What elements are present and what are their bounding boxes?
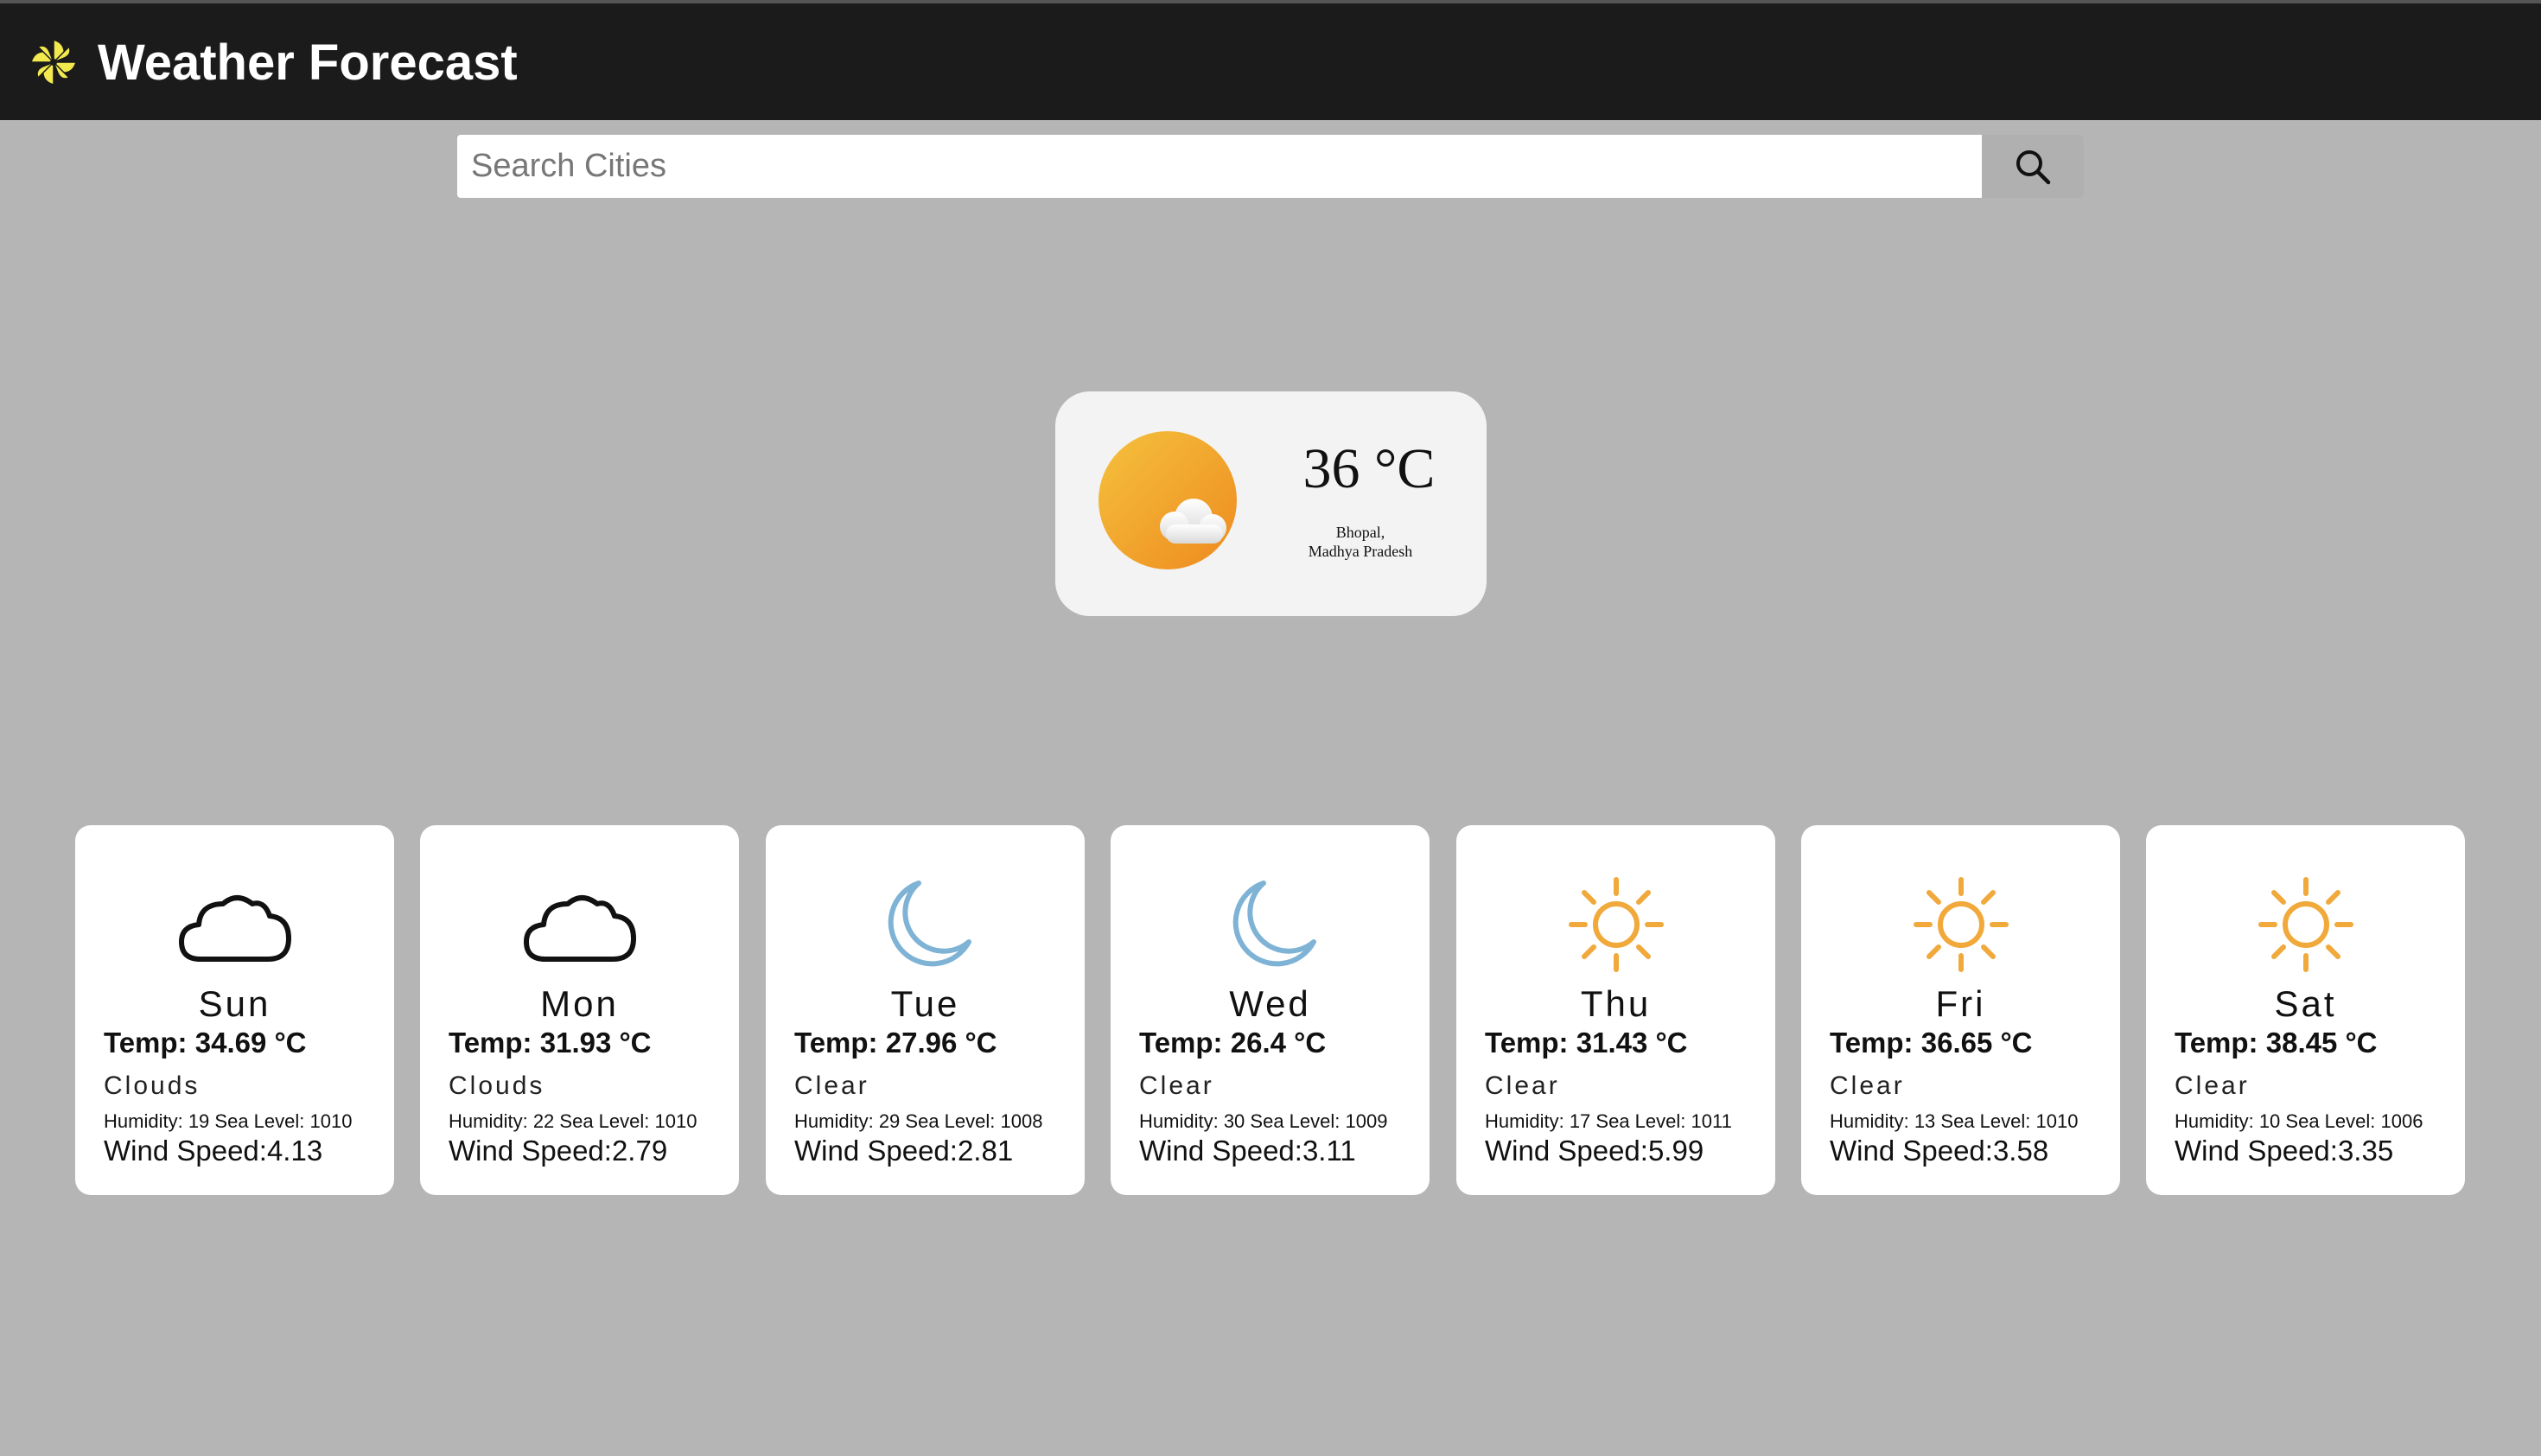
day-name: Sat — [2274, 983, 2337, 1024]
app-title: Weather Forecast — [98, 35, 518, 91]
day-description: Clear — [1139, 1071, 1214, 1100]
cloud-icon — [524, 895, 636, 962]
forecast-card-sun[interactable]: Sun Temp: 34.69 °C Clouds Humidity: 19 S… — [75, 825, 394, 1195]
day-name: Fri — [1935, 983, 1986, 1024]
day-temp: Temp: 27.96 °C — [794, 1027, 997, 1059]
forecast-card-fri[interactable]: Fri Temp: 36.65 °C Clear Humidity: 13 Se… — [1801, 825, 2120, 1195]
day-meta: Humidity: 30 Sea Level: 1009 — [1139, 1110, 1388, 1132]
forecast-card-sat[interactable]: Sat Temp: 38.45 °C Clear Humidity: 10 Se… — [2146, 825, 2465, 1195]
day-name: Sun — [198, 983, 271, 1024]
current-location: Bhopal, Madhya Pradesh — [1278, 523, 1442, 561]
day-description: Clouds — [449, 1071, 545, 1100]
day-temp: Temp: 31.43 °C — [1485, 1027, 1688, 1059]
day-meta: Humidity: 10 Sea Level: 1006 — [2175, 1110, 2423, 1132]
sun-icon — [1569, 877, 1664, 972]
day-name: Mon — [540, 983, 619, 1024]
day-description: Clear — [1830, 1071, 1905, 1100]
search-input[interactable] — [457, 135, 1982, 198]
sun-icon — [2258, 877, 2353, 972]
current-temperature: 36 °C — [1302, 437, 1436, 500]
day-description: Clouds — [104, 1071, 201, 1100]
day-temp: Temp: 26.4 °C — [1139, 1027, 1327, 1059]
search-bar — [457, 135, 2084, 198]
day-meta: Humidity: 22 Sea Level: 1010 — [449, 1110, 697, 1132]
day-temp: Temp: 36.65 °C — [1830, 1027, 2033, 1059]
day-name: Tue — [890, 983, 960, 1024]
day-name: Wed — [1229, 983, 1311, 1024]
day-temp: Temp: 34.69 °C — [104, 1027, 307, 1059]
day-meta: Humidity: 13 Sea Level: 1010 — [1830, 1110, 2079, 1132]
day-wind: Wind Speed:5.99 — [1485, 1135, 1704, 1167]
forecast-card-wed[interactable]: Wed Temp: 26.4 °C Clear Humidity: 30 Sea… — [1111, 825, 1430, 1195]
day-name: Thu — [1580, 983, 1652, 1024]
day-description: Clear — [1485, 1071, 1560, 1100]
moon-icon — [888, 881, 971, 967]
day-wind: Wind Speed:3.58 — [1830, 1135, 2049, 1167]
current-weather-card: 36 °C Bhopal, Madhya Pradesh — [1055, 391, 1487, 616]
cloud-icon — [179, 895, 291, 962]
day-wind: Wind Speed:4.13 — [104, 1135, 323, 1167]
day-meta: Humidity: 29 Sea Level: 1008 — [794, 1110, 1043, 1132]
city-name: Bhopal, — [1335, 524, 1385, 541]
sun-icon — [1914, 877, 2009, 972]
day-meta: Humidity: 17 Sea Level: 1011 — [1485, 1110, 1732, 1132]
forecast-card-tue[interactable]: Tue Temp: 27.96 °C Clear Humidity: 29 Se… — [766, 825, 1085, 1195]
moon-icon — [1232, 881, 1316, 967]
search-icon — [2016, 149, 2051, 184]
day-description: Clear — [2175, 1071, 2250, 1100]
day-description: Clear — [794, 1071, 869, 1100]
region-name: Madhya Pradesh — [1308, 543, 1413, 560]
day-wind: Wind Speed:2.81 — [794, 1135, 1014, 1167]
forecast-card-mon[interactable]: Mon Temp: 31.93 °C Clouds Humidity: 22 S… — [420, 825, 739, 1195]
day-meta: Humidity: 19 Sea Level: 1010 — [104, 1110, 353, 1132]
sun-behind-cloud-icon — [1099, 431, 1237, 569]
pinwheel-icon[interactable] — [28, 36, 80, 88]
navbar: Weather Forecast — [0, 0, 2541, 120]
day-wind: Wind Speed:3.11 — [1139, 1135, 1356, 1167]
day-temp: Temp: 38.45 °C — [2175, 1027, 2378, 1059]
forecast-card-thu[interactable]: Thu Temp: 31.43 °C Clear Humidity: 17 Se… — [1456, 825, 1775, 1195]
day-wind: Wind Speed:2.79 — [449, 1135, 668, 1167]
day-temp: Temp: 31.93 °C — [449, 1027, 652, 1059]
day-wind: Wind Speed:3.35 — [2175, 1135, 2394, 1167]
search-button[interactable] — [1982, 135, 2084, 198]
